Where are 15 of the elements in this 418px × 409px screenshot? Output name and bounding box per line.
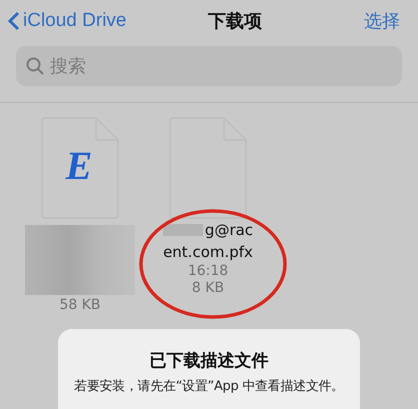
- document-icon[interactable]: [169, 117, 247, 219]
- document-icon[interactable]: E: [41, 117, 119, 219]
- back-chevron-icon: [8, 11, 20, 31]
- screen-title: 下载项: [208, 10, 262, 33]
- alert-title: 已下载描述文件: [150, 350, 268, 372]
- search-field[interactable]: 搜索: [16, 46, 402, 86]
- alert-message: 若要安装，请先在“设置”App 中查看描述文件。: [73, 378, 345, 395]
- back-button[interactable]: iCloud Drive: [8, 10, 126, 32]
- file-size: 58 KB: [59, 297, 101, 314]
- file-name: g@rac: [204, 220, 254, 241]
- file-size: 8 KB: [192, 280, 224, 297]
- select-button[interactable]: 选择: [364, 9, 400, 33]
- search-icon: [26, 57, 44, 75]
- file-name: ent.com.pfx: [163, 242, 253, 263]
- file-date: 16:18: [188, 263, 228, 280]
